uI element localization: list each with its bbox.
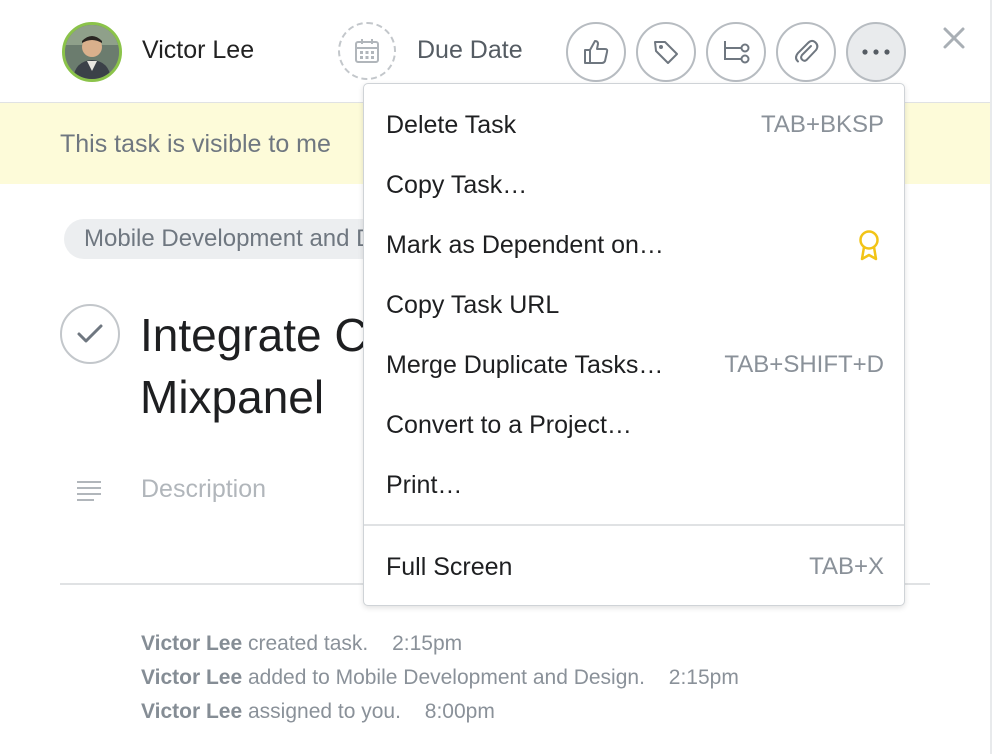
due-date-label[interactable]: Due Date <box>417 36 523 65</box>
ribbon-badge-icon <box>859 230 879 261</box>
story-action: created task. <box>248 632 369 655</box>
menu-item-shortcut: TAB+X <box>809 553 884 580</box>
text-lines-icon <box>77 481 101 501</box>
story-actor[interactable]: Victor Lee <box>141 700 242 723</box>
menu-item-shortcut: TAB+BKSP <box>761 111 884 138</box>
paperclip-icon <box>795 39 819 63</box>
menu-item-label: Copy Task… <box>386 170 528 199</box>
story-time: 8:00pm <box>424 700 495 723</box>
visibility-banner-text: This task is visible to me <box>60 130 331 158</box>
due-date-button[interactable] <box>338 22 396 80</box>
more-icon <box>862 49 890 55</box>
menu-item-label: Print… <box>386 470 463 499</box>
story-actor[interactable]: Victor Lee <box>141 666 242 689</box>
assignee-name[interactable]: Victor Lee <box>142 36 254 65</box>
menu-item-merge-duplicates[interactable]: Merge Duplicate Tasks… TAB+SHIFT+D <box>386 343 884 387</box>
tags-button[interactable] <box>636 22 696 82</box>
menu-item-shortcut: TAB+SHIFT+D <box>724 351 884 378</box>
attachment-button[interactable] <box>776 22 836 82</box>
like-button[interactable] <box>566 22 626 82</box>
menu-item-label: Copy Task URL <box>386 290 560 319</box>
menu-item-convert-to-project[interactable]: Convert to a Project… <box>386 403 884 447</box>
mark-complete-button[interactable] <box>60 304 120 364</box>
description-field[interactable]: Description <box>141 475 266 504</box>
subtasks-icon <box>724 41 750 64</box>
story-row: Victor Lee created task. 2:15pm <box>141 632 462 656</box>
more-actions-button[interactable] <box>846 22 906 82</box>
story-time: 2:15pm <box>392 632 463 655</box>
tag-icon <box>654 41 678 64</box>
menu-item-copy-task-url[interactable]: Copy Task URL <box>386 283 884 327</box>
menu-item-delete-task[interactable]: Delete Task TAB+BKSP <box>386 103 884 147</box>
calendar-icon <box>355 39 379 63</box>
menu-item-label: Mark as Dependent on… <box>386 230 664 259</box>
menu-item-label: Delete Task <box>386 110 517 139</box>
avatar-photo <box>65 25 119 79</box>
assignee-avatar[interactable] <box>62 22 122 82</box>
close-icon <box>943 27 965 49</box>
menu-divider <box>364 524 904 526</box>
checkmark-icon <box>77 324 103 343</box>
story-action: added to Mobile Development and Design. <box>248 666 645 689</box>
story-actor[interactable]: Victor Lee <box>141 632 242 655</box>
close-button[interactable] <box>938 22 970 54</box>
menu-item-print[interactable]: Print… <box>386 463 884 507</box>
menu-item-label: Full Screen <box>386 552 513 581</box>
menu-item-label: Merge Duplicate Tasks… <box>386 350 664 379</box>
story-row: Victor Lee added to Mobile Development a… <box>141 666 739 690</box>
story-time: 2:15pm <box>668 666 739 689</box>
menu-item-full-screen[interactable]: Full Screen TAB+X <box>386 545 884 589</box>
menu-item-mark-dependent[interactable]: Mark as Dependent on… <box>386 223 884 267</box>
menu-item-label: Convert to a Project… <box>386 410 632 439</box>
subtasks-button[interactable] <box>706 22 766 82</box>
thumbs-up-icon <box>584 40 609 64</box>
story-row: Victor Lee assigned to you. 8:00pm <box>141 700 495 724</box>
story-action: assigned to you. <box>248 700 401 723</box>
menu-item-copy-task[interactable]: Copy Task… <box>386 163 884 207</box>
more-actions-menu: Delete Task TAB+BKSP Copy Task… Mark as … <box>363 83 905 606</box>
